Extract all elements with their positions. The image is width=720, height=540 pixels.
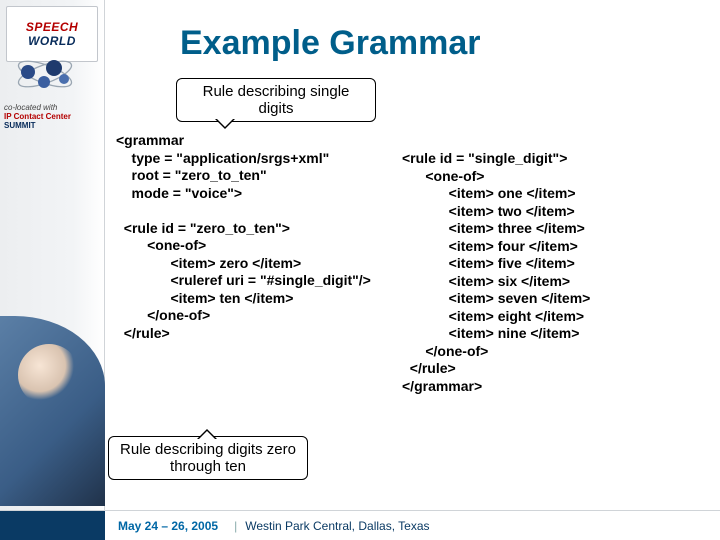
footer-venue: Westin Park Central, Dallas, Texas	[245, 519, 429, 533]
callout-single-digits: Rule describing single digits	[176, 78, 376, 122]
footer: May 24 – 26, 2005 | Westin Park Central,…	[0, 510, 720, 540]
footer-separator: |	[234, 519, 237, 533]
partner-brand2: SUMMIT	[4, 121, 36, 130]
logo-line2: WORLD	[28, 34, 76, 48]
code-block-right: <rule id = "single_digit"> <one-of> <ite…	[402, 150, 720, 395]
sidebar: SPEECH WORLD co-located with IP Contact …	[0, 0, 105, 540]
slide-title: Example Grammar	[180, 24, 481, 63]
callout-zero-ten: Rule describing digits zero through ten	[108, 436, 308, 480]
logo-line1: SPEECH	[26, 20, 78, 34]
partner-block: co-located with IP Contact Center SUMMIT	[4, 104, 100, 130]
footer-dates: May 24 – 26, 2005	[118, 519, 218, 533]
sidebar-photo	[0, 316, 105, 506]
partner-brand1: IP Contact Center	[4, 112, 71, 121]
atom-graphic-icon	[10, 54, 80, 94]
